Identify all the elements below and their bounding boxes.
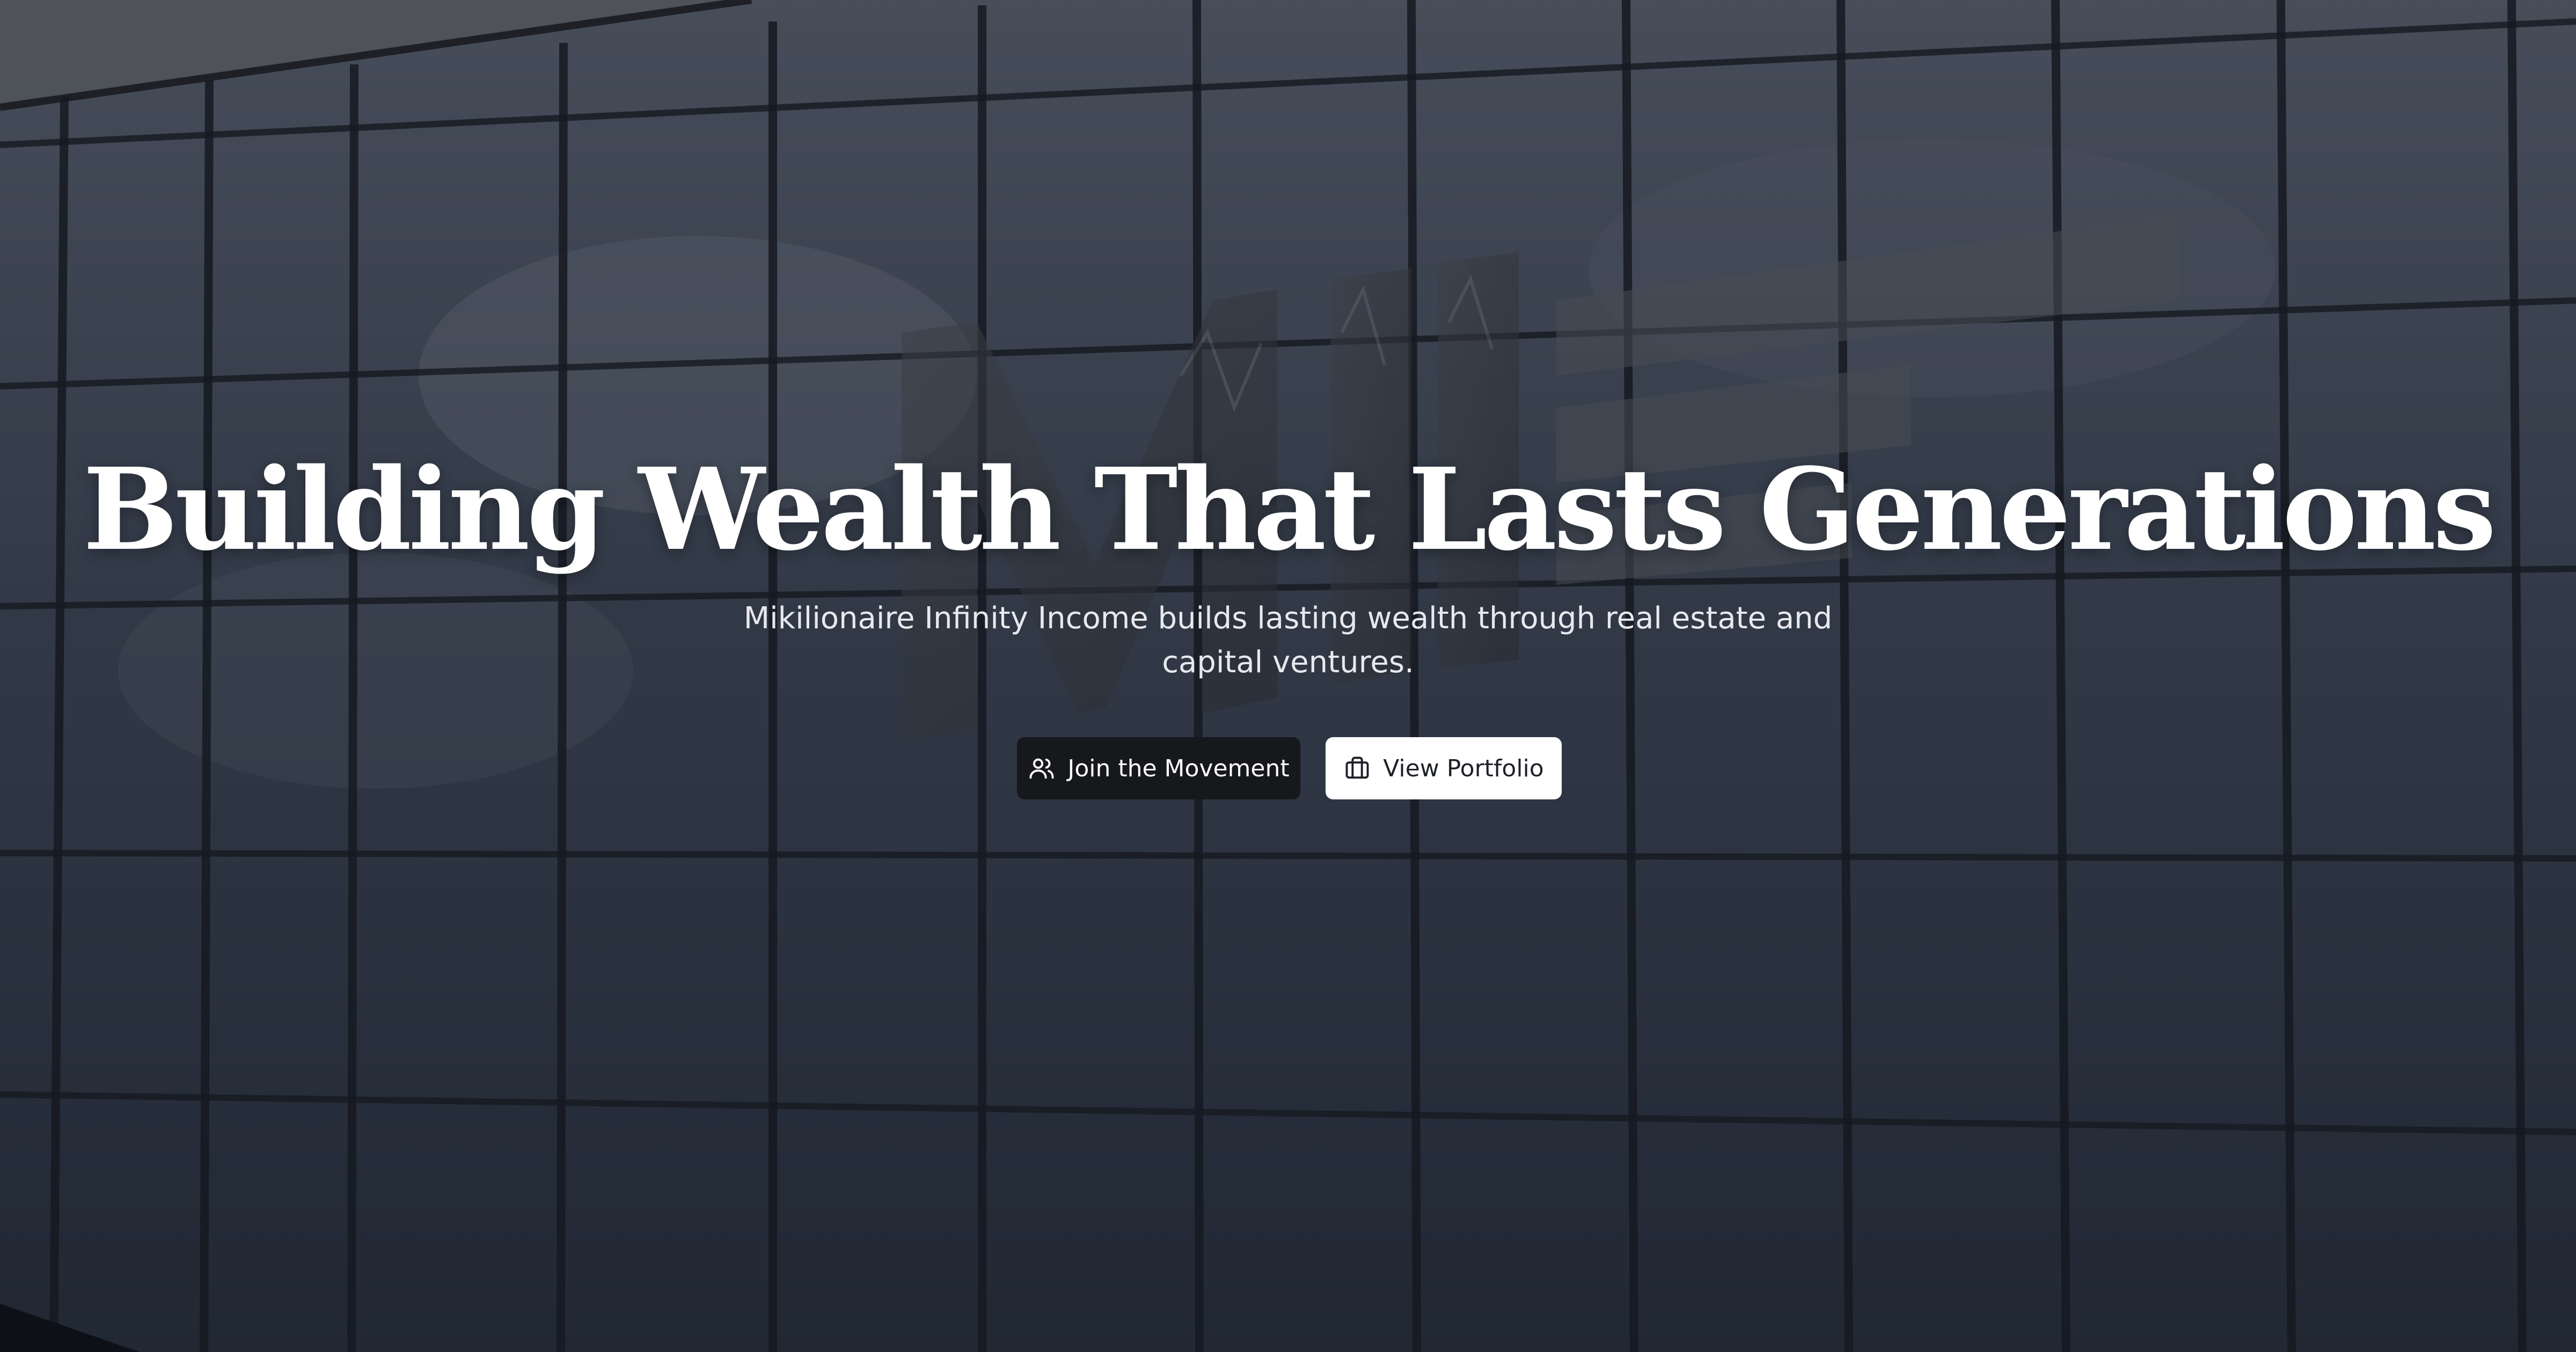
hero-subtitle: Mikilionaire Infinity Income builds last…: [743, 601, 1833, 680]
hero-content: Building Wealth That Lasts Generations M…: [0, 0, 2576, 1352]
hero-section: Building Wealth That Lasts Generations M…: [0, 0, 2576, 1352]
hero-headline: Building Wealth That Lasts Generations: [83, 443, 2496, 576]
briefcase-icon: [1343, 754, 1371, 782]
join-movement-button[interactable]: Join the Movement: [1017, 737, 1300, 799]
view-portfolio-label: View Portfolio: [1383, 754, 1544, 782]
view-portfolio-button[interactable]: View Portfolio: [1326, 737, 1562, 799]
users-icon: [1028, 754, 1056, 782]
join-movement-label: Join the Movement: [1067, 754, 1290, 782]
